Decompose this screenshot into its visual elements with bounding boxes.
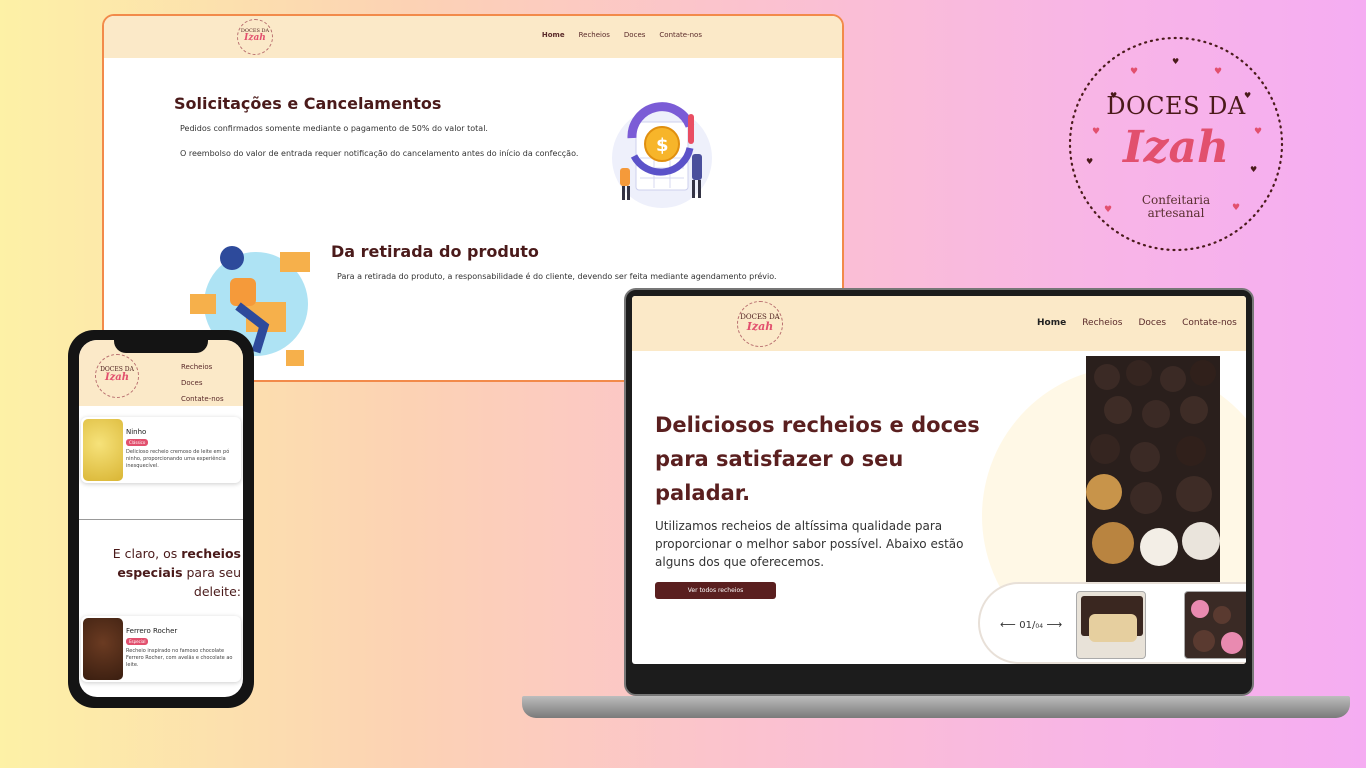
payment-illustration-icon: $	[612, 102, 712, 208]
section-title-cancellations: Solicitações e Cancelamentos	[174, 94, 442, 113]
hero-description: Utilizamos recheios de altíssima qualida…	[655, 519, 964, 569]
desktop-nav-doces[interactable]: Doces	[624, 31, 645, 39]
logo-name: Izah	[1122, 122, 1230, 173]
laptop-logo-name: Izah	[746, 320, 774, 333]
product-card-ferrero[interactable]: Ferrero Rocher Especial Recheio inspirad…	[81, 616, 241, 682]
product-description: Recheio inspirado no famoso chocolate Fe…	[126, 648, 233, 668]
ninho-image	[83, 419, 123, 481]
laptop-navbar: DOCES DA Izah Home Recheios Doces Contat…	[632, 296, 1246, 351]
product-slider: ⟵ 01/04 ⟶	[978, 582, 1246, 664]
svg-text:♥: ♥	[1172, 57, 1179, 66]
slider-controls: ⟵ 01/04 ⟶	[1000, 618, 1062, 631]
laptop-screen: DOCES DA Izah Home Recheios Doces Contat…	[632, 296, 1246, 664]
product-name: Ferrero Rocher	[126, 627, 178, 635]
phone-menu: Recheios Doces Contate-nos	[181, 359, 224, 407]
product-description: Delicioso recheio cremoso de leite em pó…	[126, 449, 230, 469]
desktop-nav-home[interactable]: Home	[542, 31, 565, 39]
section-title-pickup: Da retirada do produto	[331, 242, 539, 261]
slider-thumb-1[interactable]	[1076, 591, 1146, 659]
logo-title: DOCES DA	[1106, 92, 1246, 120]
hero-title: Deliciosos recheios e doces para satisfa…	[655, 413, 980, 505]
brand-logo-large: ♥ ♥ ♥ ♥ ♥ ♥ ♥ ♥ ♥ ♥ ♥ DOCES DA Izah Confeitari…	[1064, 32, 1288, 256]
slider-prev-arrow-icon[interactable]: ⟵	[1000, 618, 1016, 631]
phone-logo[interactable]: DOCES DA Izah	[95, 354, 139, 398]
product-name: Ninho	[126, 428, 147, 436]
ferrero-image	[83, 618, 123, 680]
laptop-nav-links: Home Recheios Doces Contate-nos	[1037, 318, 1237, 328]
phone-logo-name: Izah	[104, 372, 130, 383]
slider-counter: 01/	[1019, 620, 1036, 631]
desktop-logo-name: Izah	[244, 33, 266, 43]
desktop-navbar: DOCES DA Izah Home Recheios Doces Contat…	[104, 16, 842, 58]
svg-text:♥: ♥	[1130, 67, 1138, 77]
desktop-nav-links: Home Recheios Doces Contate-nos	[542, 31, 702, 39]
product-card-ninho[interactable]: Ninho Clássico Delicioso recheio cremoso…	[81, 417, 241, 483]
laptop-nav-doces[interactable]: Doces	[1138, 318, 1166, 328]
heading-part-1: E claro, os	[112, 546, 178, 561]
heading-part-2: para seu deleite:	[186, 565, 242, 599]
hero-truffles-image	[1086, 356, 1220, 584]
phone-notch	[114, 333, 208, 353]
section-text-refund: O reembolso do valor de entrada requer n…	[180, 149, 579, 158]
laptop-logo[interactable]: DOCES DA Izah	[737, 301, 783, 347]
svg-text:♥: ♥	[1214, 67, 1222, 77]
desktop-nav-contato[interactable]: Contate-nos	[659, 31, 702, 39]
section-text-pickup: Para a retirada do produto, a responsabi…	[337, 272, 777, 281]
see-all-fillings-button[interactable]: Ver todos recheios	[655, 582, 776, 599]
laptop-nav-recheios[interactable]: Recheios	[1082, 318, 1122, 328]
divider	[79, 519, 243, 520]
product-badge: Clássico	[126, 439, 149, 446]
desktop-logo[interactable]: DOCES DA Izah	[237, 19, 273, 55]
phone-menu-doces[interactable]: Doces	[181, 375, 224, 391]
laptop-nav-contato[interactable]: Contate-nos	[1182, 318, 1237, 328]
product-badge: Especial	[126, 638, 149, 645]
phone-menu-contato[interactable]: Contate-nos	[181, 391, 224, 407]
laptop-nav-home[interactable]: Home	[1037, 318, 1066, 328]
logo-subtitle-1: Confeitaria	[1141, 193, 1211, 207]
special-fillings-heading: E claro, os recheios especiais para seu …	[109, 544, 241, 601]
logo-subtitle-2: artesanal	[1147, 206, 1205, 220]
phone-screen: DOCES DA Izah Recheios Doces Contate-nos…	[79, 340, 243, 697]
slider-next-arrow-icon[interactable]: ⟶	[1047, 618, 1063, 631]
slider-thumb-2[interactable]	[1184, 591, 1246, 659]
laptop-base	[522, 696, 1350, 718]
svg-text:$: $	[656, 135, 669, 156]
slider-total: 04	[1035, 623, 1044, 630]
desktop-nav-recheios[interactable]: Recheios	[579, 31, 610, 39]
section-text-payment: Pedidos confirmados somente mediante o p…	[180, 124, 488, 133]
phone-menu-recheios[interactable]: Recheios	[181, 359, 224, 375]
